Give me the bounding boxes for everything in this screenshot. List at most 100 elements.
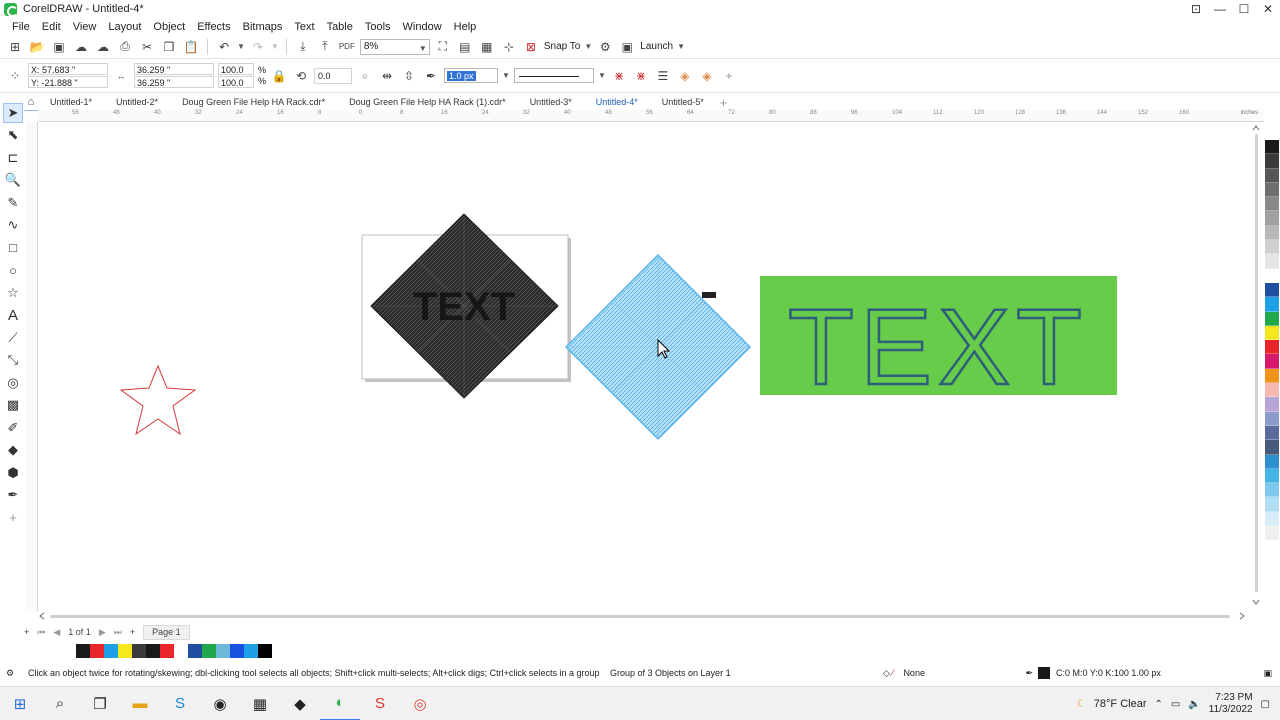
order-back-icon[interactable]: ◈ [698,67,716,85]
clock[interactable]: 7:23 PM 11/3/2022 [1209,692,1253,716]
menu-table[interactable]: Table [321,21,359,33]
palette-swatch[interactable] [1265,240,1279,255]
menu-view[interactable]: View [67,21,103,33]
outline-width-dropdown-icon[interactable]: ▼ [502,71,510,80]
palette-swatch[interactable] [1265,311,1279,326]
publish-pdf-icon[interactable]: PDF [338,38,356,56]
menu-help[interactable]: Help [448,21,483,33]
palette-swatch[interactable] [1265,325,1279,341]
pick-tool-icon[interactable]: ➤ [3,102,23,123]
color-proof-icon[interactable]: ▣ [1263,668,1272,679]
palette-swatch[interactable] [1265,340,1279,355]
align-distribute-icon[interactable]: ☰ [654,67,672,85]
palette-swatch[interactable] [1265,425,1279,441]
new-tab-icon[interactable]: + [720,95,728,110]
palette-swatch[interactable] [1265,397,1279,412]
document-palette-swatch[interactable] [230,644,244,658]
menu-effects[interactable]: Effects [191,21,236,33]
tab-ha-rack-1[interactable]: Doug Green File Help HA Rack (1).cdr* [337,94,518,110]
document-palette-swatch[interactable] [76,644,90,658]
rectangle-tool-icon[interactable]: □ [3,238,23,258]
windows-start-icon[interactable]: ⊞ [0,687,40,720]
restore-icon[interactable]: ⊡ [1184,0,1208,18]
open-folder-icon[interactable]: 📂 [28,38,46,56]
zoom-tool-icon[interactable]: 🔍 [3,170,23,190]
smart-fill-icon[interactable]: ⬢ [3,463,23,483]
volume-icon[interactable]: 🔈 [1188,699,1200,710]
text-tool-icon[interactable]: A [3,305,23,325]
horizontal-ruler[interactable]: 56 48 40 32 24 16 8 0 8 16 24 32 40 48 5… [38,110,1264,122]
save-icon[interactable]: ▣ [50,38,68,56]
palette-swatch[interactable] [1265,268,1279,283]
menu-object[interactable]: Object [147,21,191,33]
mirror-vertical-icon[interactable]: ⇳ [400,67,418,85]
outline-pen-icon[interactable]: ✒ [422,67,440,85]
chrome-icon[interactable]: ◎ [400,687,440,720]
add-page-after-icon[interactable]: + [130,627,135,637]
network-icon[interactable]: ▭ [1171,699,1180,710]
menu-bitmaps[interactable]: Bitmaps [237,21,289,33]
next-page-icon[interactable]: ▶ [99,627,106,638]
scale-height-field[interactable]: 100.0 [218,76,254,88]
color-palette[interactable] [1264,140,1280,600]
home-icon[interactable]: ⌂ [24,95,38,109]
document-palette-swatch[interactable] [188,644,202,658]
new-document-icon[interactable]: ⊞ [6,38,24,56]
vertical-scrollbar[interactable] [1250,122,1262,612]
coreldraw-taskbar-icon[interactable]: ◐ [320,687,360,720]
full-screen-icon[interactable]: ⛶ [434,38,452,56]
menu-layout[interactable]: Layout [102,21,147,33]
fill-icon[interactable]: ◇ [883,668,890,679]
maximize-button[interactable]: ☐ [1232,0,1256,18]
artistic-media-icon[interactable]: ∿ [3,215,23,235]
polygon-tool-icon[interactable]: ☆ [3,283,23,303]
palette-swatch[interactable] [1265,440,1279,455]
menu-window[interactable]: Window [397,21,448,33]
palette-swatch[interactable] [1265,383,1279,398]
palette-swatch[interactable] [1265,526,1279,541]
tray-chevron-icon[interactable]: ⌃ [1155,699,1163,710]
menu-file[interactable]: File [6,21,36,33]
tab-untitled-3[interactable]: Untitled-3* [518,94,584,110]
redo-icon[interactable]: ↷ [249,38,267,56]
prev-page-icon[interactable]: ◀ [53,627,60,638]
document-palette-swatch[interactable] [118,644,132,658]
snap-to-dropdown-icon[interactable]: ▼ [584,42,592,51]
palette-swatch[interactable] [1265,254,1279,269]
palette-swatch[interactable] [1265,168,1279,183]
copy-icon[interactable]: ❐ [160,38,178,56]
app-icon[interactable]: ◉ [200,687,240,720]
status-gear-icon[interactable]: ⚙ [6,668,26,679]
menu-edit[interactable]: Edit [36,21,67,33]
snap-to-button[interactable]: Snap To [544,41,581,52]
file-explorer-icon[interactable]: ▬ [120,687,160,720]
transparency-tool-icon[interactable]: ▩ [3,395,23,415]
interactive-fill-icon[interactable]: ◆ [3,440,23,460]
last-page-icon[interactable]: ⏭ [114,627,122,638]
mirror-horizontal-icon[interactable]: ⇹ [378,67,396,85]
line-style-dropdown-icon[interactable]: ▼ [598,71,606,80]
generic-app-icon[interactable]: ◆ [280,687,320,720]
order-front-icon[interactable]: ◈ [676,67,694,85]
outline-tool-icon[interactable]: ✒ [3,485,23,505]
dimension-tool-icon[interactable]: ⟋ [3,328,23,348]
crop-tool-icon[interactable]: ⊏ [3,148,23,168]
weather-text[interactable]: 78°F Clear [1094,698,1147,710]
undo-dropdown-icon[interactable]: ▼ [237,42,245,51]
document-palette-swatch[interactable] [90,644,104,658]
ellipse-tool-icon[interactable]: ○ [3,260,23,280]
palette-swatch[interactable] [1265,225,1279,241]
cloud-upload-icon[interactable]: ☁ [94,38,112,56]
task-view-icon[interactable]: ❐ [80,687,120,720]
cut-icon[interactable]: ✂ [138,38,156,56]
tab-untitled-1[interactable]: Untitled-1* [38,94,104,110]
tab-untitled-4[interactable]: Untitled-4* [584,94,650,110]
show-grid-icon[interactable]: ▦ [478,38,496,56]
palette-swatch[interactable] [1265,368,1279,384]
show-guidelines-icon[interactable]: ⊹ [500,38,518,56]
star-shape[interactable] [119,364,197,436]
undo-icon[interactable]: ↶ [215,38,233,56]
launch-dropdown-icon[interactable]: ▼ [677,42,685,51]
line-style-selector[interactable] [513,68,594,83]
horizontal-scrollbar[interactable] [38,610,1250,622]
